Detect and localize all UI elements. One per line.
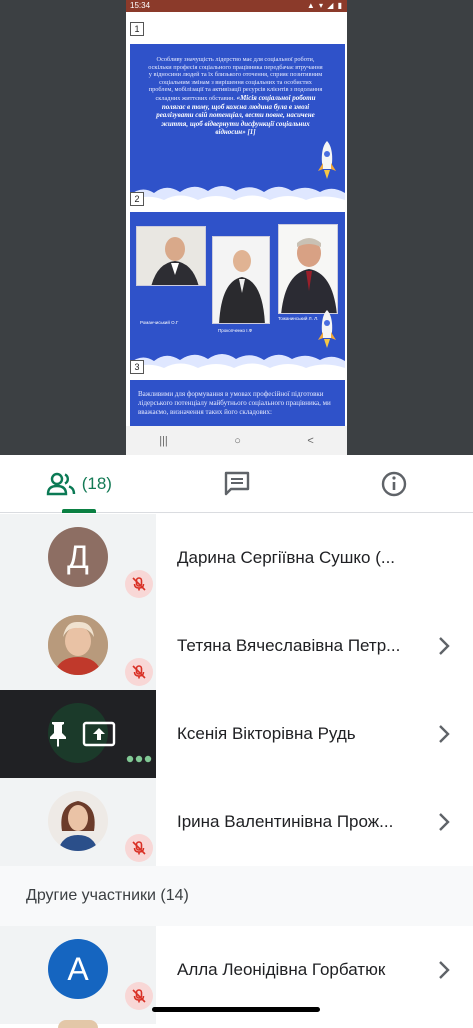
participant-row-presenting[interactable]: Ксенія Вікторівна Рудь [0, 690, 473, 778]
screen-share-icon [82, 721, 116, 747]
android-nav-bar: ||| ○ < [126, 426, 347, 455]
participant-name: Тетяна Вячеславівна Петр... [177, 636, 401, 655]
rocket-icon [318, 141, 336, 179]
chat-icon [224, 471, 249, 495]
meeting-tabs: (18) [0, 455, 473, 513]
avatar-cell [0, 778, 156, 866]
presented-phone-screen: 15:34 ▲ ▾ ◢ ▮ 1 Особливу значущість ліде… [126, 0, 347, 455]
photo-caption: Романчиський О.Г [140, 320, 179, 325]
portrait-photo [212, 236, 270, 324]
more-dots-icon[interactable] [126, 755, 152, 763]
avatar-cell: Д [0, 514, 156, 602]
status-time: 15:34 [130, 1, 151, 10]
chevron-right-icon[interactable] [437, 960, 451, 980]
avatar: Д [48, 527, 108, 587]
tab-info[interactable] [315, 455, 473, 512]
slide-3-text: Важливими для формування в умовах профес… [138, 390, 331, 416]
avatar: А [48, 939, 108, 999]
participant-list: Д Дарина Сергіївна Сушко (... Тетяна Вяч… [0, 514, 473, 1028]
page-number: 2 [130, 192, 144, 206]
mic-off-icon [125, 834, 153, 862]
shared-screen: 15:34 ▲ ▾ ◢ ▮ 1 Особливу значущість ліде… [0, 0, 473, 455]
page-number: 3 [130, 360, 144, 374]
slide-1: Особливу значущість лідерство має для со… [130, 44, 345, 207]
participant-row[interactable]: Ірина Валентинівна Прож... [0, 778, 473, 866]
clouds-decoration [130, 186, 345, 207]
participant-name: Дарина Сергіївна Сушко (... [177, 548, 396, 567]
portrait-photo [136, 226, 206, 286]
home-indicator[interactable] [152, 1007, 320, 1012]
participant-count: (18) [81, 473, 112, 493]
clouds-decoration [130, 354, 345, 375]
avatar [48, 791, 108, 851]
status-bar: 15:34 ▲ ▾ ◢ ▮ [126, 0, 347, 12]
home-button[interactable]: ○ [234, 435, 241, 447]
status-icons: ▲ ▾ ◢ ▮ [306, 1, 343, 10]
participant-name: Ксенія Вікторівна Рудь [177, 724, 356, 743]
tab-chat[interactable] [158, 455, 316, 512]
section-label: Другие участники (14) [26, 887, 189, 904]
tab-people[interactable]: (18) [0, 455, 158, 513]
participant-name: Ірина Валентинівна Прож... [177, 812, 394, 831]
mic-off-icon [125, 570, 153, 598]
participant-row[interactable]: Д Дарина Сергіївна Сушко (... [0, 514, 473, 602]
chevron-right-icon[interactable] [437, 812, 451, 832]
avatar-cell [0, 602, 156, 690]
avatar-cell: А [0, 926, 156, 1014]
slide-2: Романчиський О.Г Прокопченко І.Ф Тожанин… [130, 212, 345, 375]
avatar-cell [0, 690, 156, 778]
avatar-cell [0, 1014, 156, 1028]
participant-name: Алла Леонідівна Горбатюк [177, 960, 386, 979]
back-button[interactable]: < [307, 435, 313, 447]
participant-row[interactable]: А Алла Леонідівна Горбатюк [0, 926, 473, 1014]
mic-off-icon [125, 658, 153, 686]
page-number: 1 [130, 22, 144, 36]
chevron-right-icon[interactable] [437, 636, 451, 656]
mic-off-icon [125, 982, 153, 1010]
avatar [48, 615, 108, 675]
pin-icon[interactable] [47, 720, 69, 748]
recents-button[interactable]: ||| [159, 435, 168, 447]
other-participants-header: Другие участники (14) [0, 866, 473, 926]
photo-caption: Прокопченко І.Ф [218, 328, 253, 333]
people-icon [46, 472, 75, 495]
chevron-right-icon[interactable] [437, 724, 451, 744]
slide-1-text: Особливу значущість лідерство має для со… [148, 56, 323, 137]
info-icon [381, 471, 407, 496]
avatar [58, 1020, 98, 1028]
photo-caption: Тожанинський Л. Л. [278, 316, 319, 321]
participant-row[interactable]: Тетяна Вячеславівна Петр... [0, 602, 473, 690]
rocket-icon [318, 310, 336, 348]
portrait-photo [278, 224, 338, 314]
